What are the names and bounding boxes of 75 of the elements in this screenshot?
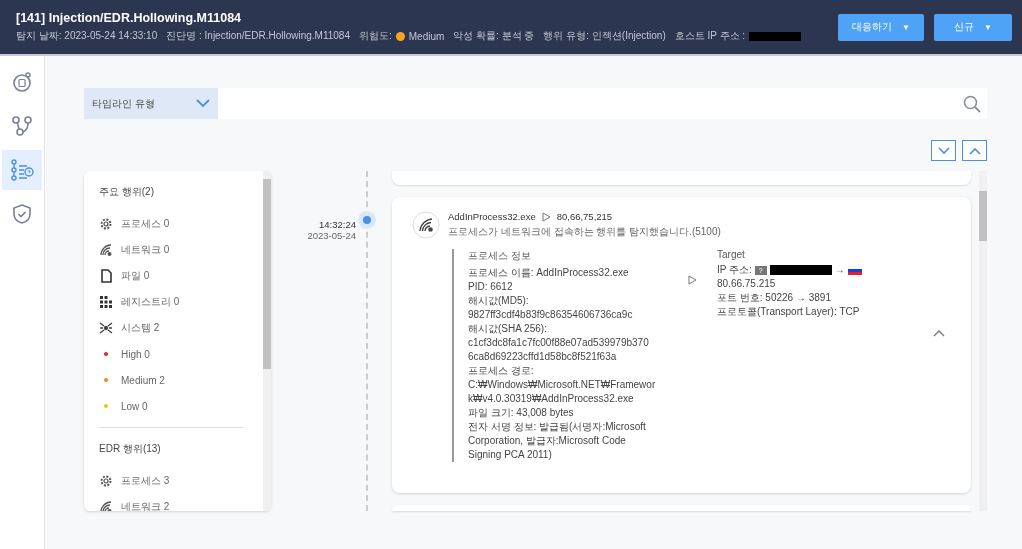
meta-text: 악성 확률: 분석 중 bbox=[453, 29, 535, 43]
signal-icon bbox=[99, 500, 113, 511]
filter-item[interactable]: High 0 bbox=[121, 348, 150, 360]
event-description: 프로세스가 네트워크에 접속하는 행위를 탐지했습니다.(5100) bbox=[448, 225, 721, 239]
host-ip-label: 호스트 IP 주소 : bbox=[674, 29, 746, 43]
grid-icon bbox=[99, 295, 113, 309]
risk-value: Medium bbox=[408, 30, 445, 42]
info-line: 프로세스 경로: bbox=[468, 364, 535, 378]
play-icon bbox=[541, 211, 551, 222]
redacted-block bbox=[749, 31, 802, 41]
window-title: [141] Injection/EDR.Hollowing.M11084 bbox=[16, 11, 243, 25]
meta-text: 행위 유형: 인젝션(Injection) bbox=[543, 29, 666, 43]
event-date: 2023-05-24 bbox=[306, 230, 356, 241]
info-line: 9827ff3cdf4b83f9c86354606736ca9c bbox=[468, 308, 634, 322]
play-icon bbox=[688, 275, 697, 285]
flag-icon bbox=[847, 265, 862, 275]
ip-label: IP 주소: bbox=[717, 263, 752, 277]
signal-icon bbox=[412, 211, 440, 239]
info-line: C:₩Windows₩Microsoft.NET₩Framewor bbox=[468, 378, 657, 392]
section-heading: Target bbox=[717, 249, 746, 260]
info-line: Corporation, 발급자:Microsoft Code bbox=[468, 434, 627, 448]
info-line: c1cf3dc8fa1c7fc00f88e07ad539979b370 bbox=[468, 336, 650, 350]
chevron-up-icon bbox=[968, 146, 981, 155]
signal-icon bbox=[99, 243, 113, 257]
info-line: Signing PCA 2011) bbox=[468, 448, 553, 462]
gear-icon bbox=[99, 474, 113, 488]
filter-item[interactable]: 네트워크 2 bbox=[121, 500, 170, 511]
shield-check-icon bbox=[11, 203, 33, 225]
timeline-type-dropdown[interactable]: 타임라인 유형 bbox=[84, 88, 218, 119]
search-icon[interactable] bbox=[963, 94, 981, 113]
search-field[interactable] bbox=[218, 88, 987, 119]
chevron-down-icon bbox=[937, 146, 950, 155]
target-address: 80,66,75,215 bbox=[556, 211, 613, 222]
info-line: 프로토콜(Transport Layer): TCP bbox=[717, 305, 861, 319]
meta-text: 진단명 : Injection/EDR.Hollowing.M11084 bbox=[166, 29, 350, 43]
network-nodes-icon bbox=[99, 321, 113, 335]
filter-item[interactable]: Medium 2 bbox=[121, 374, 165, 386]
info-line: k₩v4.0.30319₩AddInProcess32.exe bbox=[468, 392, 635, 406]
timeline-icon bbox=[10, 159, 34, 181]
info-line: 포트 번호: 50226 → 3891 bbox=[717, 291, 832, 305]
scroll-up-button[interactable] bbox=[962, 140, 987, 161]
filter-item[interactable]: Low 0 bbox=[121, 400, 148, 412]
scrollbar[interactable] bbox=[263, 171, 271, 511]
chevron-down-icon bbox=[196, 99, 210, 108]
info-line: 전자 서명 정보: 발급됨(서명자:Microsoft bbox=[468, 420, 647, 434]
info-line: 해시값(SHA 256): bbox=[468, 322, 548, 336]
filter-item[interactable]: 시스템 2 bbox=[121, 321, 160, 335]
nodes-icon bbox=[11, 115, 33, 137]
redacted-block bbox=[769, 265, 832, 275]
chevron-up-icon[interactable] bbox=[933, 329, 945, 337]
filter-item[interactable]: 네트워크 0 bbox=[121, 243, 170, 257]
file-icon bbox=[99, 269, 113, 283]
info-line: 해시값(MD5): bbox=[468, 294, 530, 308]
filter-item[interactable]: 프로세스 0 bbox=[121, 217, 170, 231]
info-line: 6ca8d69223cffd1d58bc8f521f63a bbox=[468, 350, 618, 364]
info-line: 80.66.75.215 bbox=[717, 277, 777, 291]
filter-item[interactable]: 레지스트리 0 bbox=[121, 295, 180, 309]
scrollbar[interactable] bbox=[979, 171, 987, 511]
filter-item[interactable]: 프로세스 3 bbox=[121, 474, 170, 488]
filter-item[interactable]: 파일 0 bbox=[121, 269, 150, 283]
nav-item[interactable] bbox=[2, 150, 42, 190]
risk-label: 위험도: bbox=[359, 29, 392, 43]
section-title: EDR 행위(13) bbox=[99, 442, 162, 456]
info-line: PID: 6612 bbox=[468, 280, 514, 294]
section-heading: 프로세스 정보 bbox=[468, 249, 532, 263]
event-time: 14:32:24 bbox=[318, 219, 356, 230]
arrow-text: → bbox=[834, 263, 845, 277]
info-line: 파일 크기: 43,008 bytes bbox=[468, 406, 575, 420]
info-line: 프로세스 이름: AddInProcess32.exe bbox=[468, 266, 630, 280]
meta-text: 탐지 날짜: 2023-05-24 14:33:10 bbox=[16, 29, 158, 43]
gear-icon bbox=[99, 217, 113, 231]
target-icon bbox=[11, 71, 33, 93]
process-name: AddInProcess32.exe bbox=[448, 211, 536, 222]
scroll-down-button[interactable] bbox=[931, 140, 956, 161]
section-title: 주요 행위(2) bbox=[99, 185, 155, 199]
